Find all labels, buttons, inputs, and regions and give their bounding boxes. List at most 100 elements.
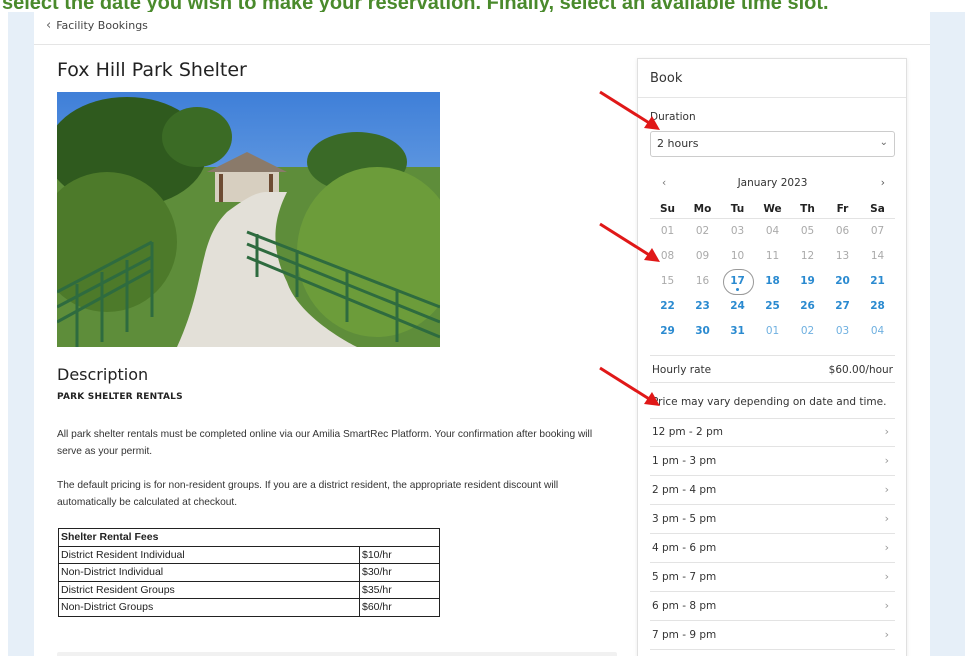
calendar-weekday: Th <box>800 202 815 215</box>
calendar-weekday: Mo <box>693 202 712 215</box>
calendar-week-row: 29 30 31 01 02 03 04 <box>650 319 895 344</box>
calendar-day[interactable]: 19 <box>790 269 825 294</box>
calendar-day: 14 <box>870 250 885 262</box>
breadcrumb[interactable]: ‹ Facility Bookings <box>46 18 148 33</box>
annotation-arrow <box>599 90 660 130</box>
calendar-day[interactable]: 27 <box>825 294 860 319</box>
facility-page: ‹ Facility Bookings Fox Hill Park Shelte… <box>34 12 930 656</box>
description-paragraph: All park shelter rentals must be complet… <box>57 429 593 457</box>
table-row: District Resident Groups $35/hr <box>58 580 440 599</box>
calendar-day[interactable]: 25 <box>755 294 790 319</box>
calendar-day: 10 <box>730 250 745 262</box>
calendar-weekday: Tu <box>730 202 745 215</box>
calendar-day[interactable]: 28 <box>860 294 895 319</box>
fee-price: $35/hr <box>359 580 440 599</box>
annotation-arrow <box>599 222 660 262</box>
time-slot-label: 1 pm - 3 pm <box>652 455 717 467</box>
calendar-day[interactable]: 17 <box>720 269 755 295</box>
time-slot-label: 3 pm - 5 pm <box>652 513 717 525</box>
duration-value: 2 hours <box>657 137 699 150</box>
time-slot-label: 5 pm - 7 pm <box>652 571 717 583</box>
calendar-day: 13 <box>835 250 850 262</box>
calendar-day[interactable]: 29 <box>650 319 685 344</box>
time-slot-list: 12 pm - 2 pm › 1 pm - 3 pm › 2 pm - 4 pm › 3 p… <box>650 418 895 650</box>
chevron-right-icon: › <box>884 512 889 525</box>
calendar-weekday: Fr <box>836 202 849 215</box>
table-header-row: Shelter Rental Fees <box>58 528 440 547</box>
chevron-right-icon: › <box>884 425 889 438</box>
chevron-right-icon: › <box>884 541 889 554</box>
calendar-week-row: 22 23 24 25 26 27 28 <box>650 294 895 319</box>
chevron-right-icon: › <box>884 628 889 641</box>
calendar-weekday: We <box>763 202 782 215</box>
chevron-left-icon: ‹ <box>46 18 52 33</box>
time-slot-label: 4 pm - 6 pm <box>652 542 717 554</box>
calendar-day: 09 <box>695 250 710 262</box>
calendar-day[interactable]: 24 <box>720 294 755 319</box>
time-slot[interactable]: 7 pm - 9 pm › <box>650 621 895 650</box>
right-side-panel <box>930 12 965 656</box>
calendar-nav: ‹ January 2023 › <box>650 177 895 193</box>
description-heading: Description <box>57 365 149 384</box>
header-divider <box>34 44 930 45</box>
time-slot[interactable]: 6 pm - 8 pm › <box>650 592 895 621</box>
fee-price: $10/hr <box>359 545 440 564</box>
calendar-day: 16 <box>695 275 710 287</box>
breadcrumb-label[interactable]: Facility Bookings <box>56 19 148 32</box>
calendar-day: 11 <box>765 250 780 262</box>
fee-label: Non-District Individual <box>58 563 360 582</box>
fee-price: $60/hr <box>359 598 440 617</box>
left-side-panel <box>8 12 34 656</box>
time-slot-label: 6 pm - 8 pm <box>652 600 717 612</box>
calendar-day: 04 <box>765 225 780 237</box>
calendar-weekday: Sa <box>870 202 885 215</box>
calendar-day[interactable]: 23 <box>685 294 720 319</box>
chevron-right-icon[interactable]: › <box>881 177 885 189</box>
annotation-arrow <box>599 366 660 406</box>
description-paragraph: The default pricing is for non-resident … <box>57 480 559 508</box>
hourly-rate-value: $60.00/hour <box>828 364 893 376</box>
calendar-day: 06 <box>835 225 850 237</box>
calendar-day[interactable]: 22 <box>650 294 685 319</box>
chevron-down-icon: ⌄ <box>879 137 888 148</box>
booking-divider <box>638 97 906 98</box>
fee-label: District Resident Groups <box>58 580 360 599</box>
calendar-day[interactable]: 21 <box>860 269 895 294</box>
time-slot-label: 7 pm - 9 pm <box>652 629 717 641</box>
table-header: Shelter Rental Fees <box>58 528 440 547</box>
fee-price: $30/hr <box>359 563 440 582</box>
calendar-month: January 2023 <box>737 177 808 189</box>
duration-select[interactable]: 2 hours ⌄ <box>650 131 895 157</box>
time-slot[interactable]: 4 pm - 6 pm › <box>650 534 895 563</box>
calendar-day: 03 <box>730 225 745 237</box>
calendar-day: 01 <box>765 325 780 337</box>
calendar-day[interactable]: 26 <box>790 294 825 319</box>
calendar-day[interactable]: 20 <box>825 269 860 294</box>
calendar-day: 12 <box>800 250 815 262</box>
calendar-day: 07 <box>870 225 885 237</box>
calendar-day: 05 <box>800 225 815 237</box>
calendar-day: 15 <box>660 275 675 287</box>
calendar-day: 04 <box>870 325 885 337</box>
calendar-weekday-row: Su Mo Tu We Th Fr Sa <box>650 199 895 219</box>
hourly-rate-row: Hourly rate $60.00/hour <box>650 355 895 383</box>
calendar-day[interactable]: 30 <box>685 319 720 344</box>
calendar-day: 02 <box>695 225 710 237</box>
time-slot[interactable]: 5 pm - 7 pm › <box>650 563 895 592</box>
time-slot[interactable]: 2 pm - 4 pm › <box>650 476 895 505</box>
page-title: Fox Hill Park Shelter <box>57 59 247 81</box>
shelter-photo <box>57 92 440 347</box>
calendar-grid: Su Mo Tu We Th Fr Sa 01 02 03 04 05 06 07 08 09 10 11 12 13… <box>650 199 895 344</box>
calendar-day[interactable]: 31 <box>720 319 755 344</box>
faded-text <box>57 652 617 656</box>
fee-label: Non-District Groups <box>58 598 360 617</box>
time-slot[interactable]: 12 pm - 2 pm › <box>650 418 895 447</box>
calendar-weekday: Su <box>659 202 676 215</box>
chevron-right-icon: › <box>884 454 889 467</box>
time-slot-label: 2 pm - 4 pm <box>652 484 717 496</box>
time-slot[interactable]: 3 pm - 5 pm › <box>650 505 895 534</box>
calendar-day[interactable]: 18 <box>755 269 790 294</box>
price-note: Price may vary depending on date and tim… <box>652 396 887 408</box>
time-slot[interactable]: 1 pm - 3 pm › <box>650 447 895 476</box>
calendar-day: 02 <box>800 325 815 337</box>
